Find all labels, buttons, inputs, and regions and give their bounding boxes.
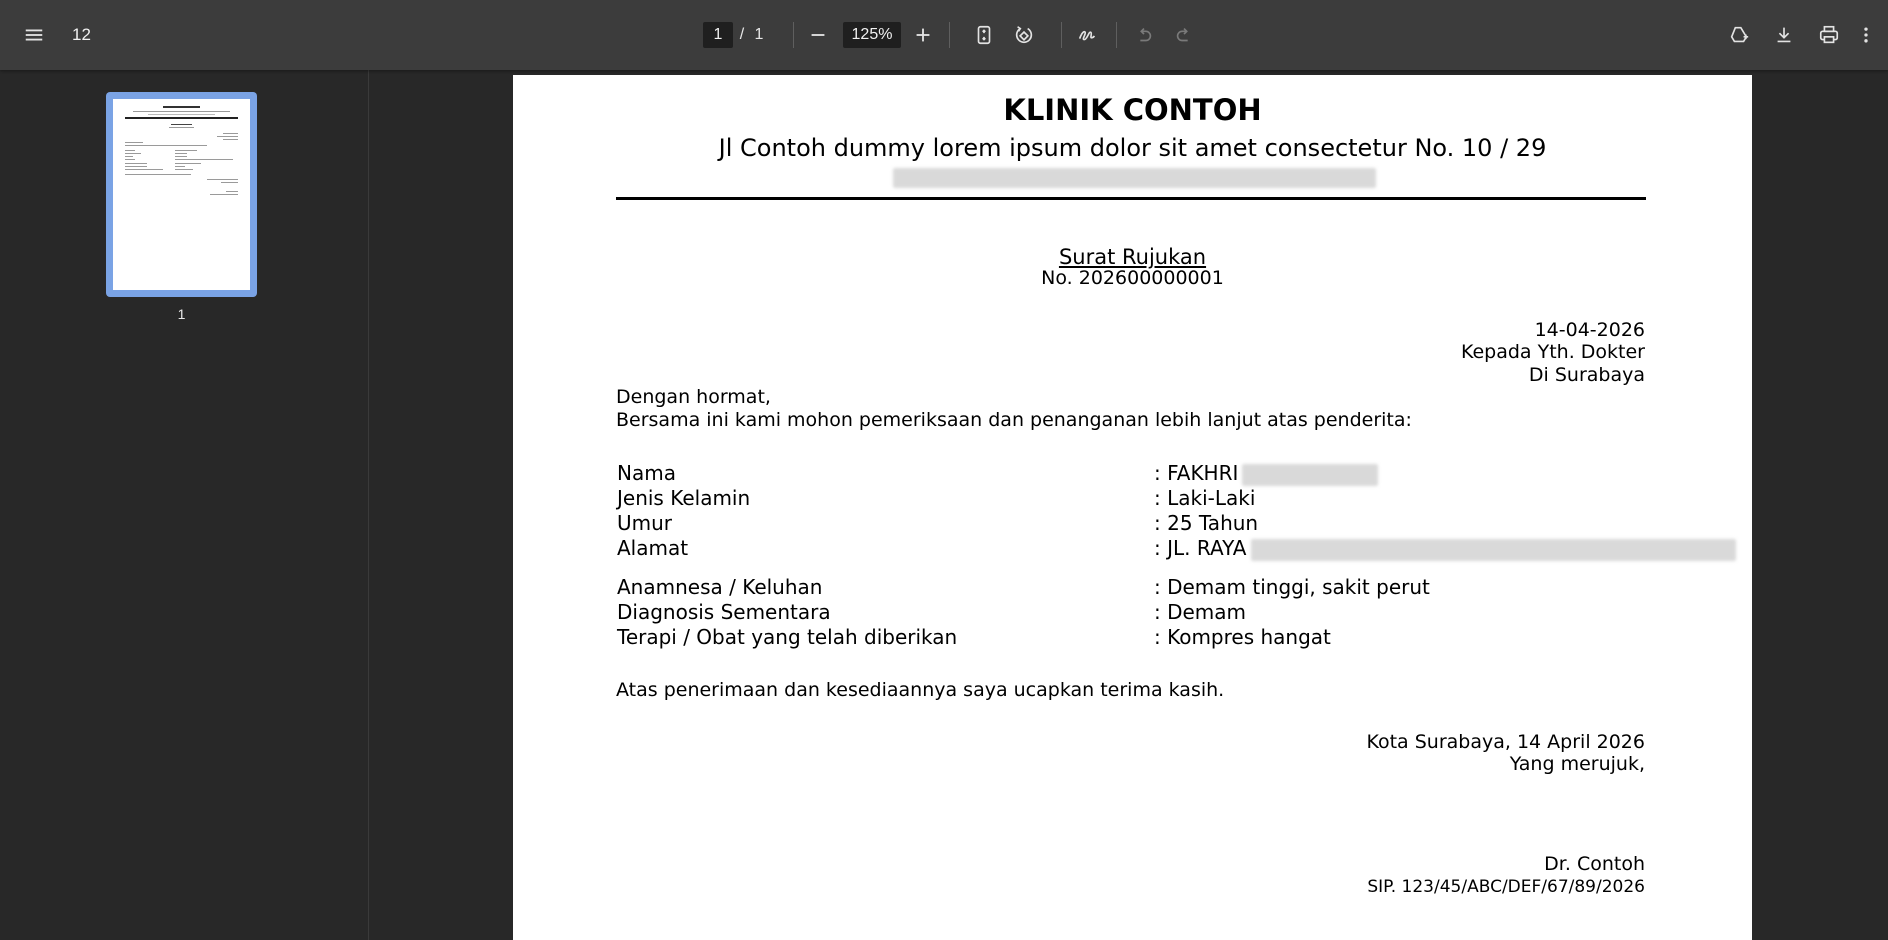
page-total: 1 [754, 26, 764, 43]
pdf-page: KLINIK CONTOH Jl Contoh dummy lorem ipsu… [513, 75, 1752, 940]
redo-icon[interactable] [1166, 17, 1202, 53]
field-value-jenis-kelamin: : Laki-Laki [1154, 486, 1256, 510]
field-value-anamnesa: : Demam tinggi, sakit perut [1154, 575, 1430, 599]
clinic-name: KLINIK CONTOH [1003, 93, 1262, 127]
field-label-terapi: Terapi / Obat yang telah diberikan [617, 625, 958, 649]
undo-icon[interactable] [1126, 17, 1162, 53]
toolbar-divider [949, 22, 950, 48]
recipient-line-2: Di Surabaya [1528, 364, 1645, 386]
letter-title: Surat Rujukan [1058, 245, 1207, 269]
document-viewer[interactable]: KLINIK CONTOH Jl Contoh dummy lorem ipsu… [370, 70, 1888, 940]
place-date: Kota Surabaya, 14 April 2026 [1366, 731, 1645, 753]
zoom-in-icon[interactable] [905, 17, 941, 53]
field-label-jenis-kelamin: Jenis Kelamin [617, 486, 751, 510]
doctor-sip: SIP. 123/45/ABC/DEF/67/89/2026 [1367, 877, 1645, 897]
field-value-diagnosis: : Demam [1154, 600, 1247, 624]
field-value-nama: : FAKHRI [1154, 461, 1378, 486]
page-thumbnail[interactable] [106, 92, 257, 297]
toolbar-divider [1061, 22, 1062, 48]
thumbnail-page-preview [113, 99, 250, 290]
fit-page-icon[interactable] [966, 17, 1002, 53]
redacted-surname [1241, 463, 1378, 486]
closing-text: Atas penerimaan dan kesediaannya saya uc… [616, 679, 1225, 701]
download-icon[interactable] [1766, 17, 1802, 53]
page-separator: / [739, 26, 745, 43]
field-value-terapi: : Kompres hangat [1154, 625, 1331, 649]
toolbar-divider [1116, 22, 1117, 48]
toolbar-divider [793, 22, 794, 48]
redacted-address [1250, 538, 1736, 561]
document-title: 12 [72, 25, 91, 44]
letter-date: 14-04-2026 [1534, 319, 1645, 341]
more-icon[interactable] [1856, 17, 1876, 53]
pdf-toolbar: 12 1 / 1 125% [0, 0, 1888, 70]
thumbnail-sidebar: 1 [0, 70, 369, 940]
field-label-alamat: Alamat [617, 536, 689, 560]
referrer-label: Yang merujuk, [1509, 753, 1645, 775]
header-divider [616, 197, 1646, 200]
thumbnail-page-label: 1 [177, 306, 186, 322]
redacted-contact-info [893, 167, 1376, 188]
field-label-anamnesa: Anamnesa / Keluhan [617, 575, 823, 599]
intro-text: Bersama ini kami mohon pemeriksaan dan p… [616, 409, 1412, 431]
zoom-level-input[interactable]: 125% [843, 22, 901, 48]
annotate-icon[interactable] [1069, 17, 1105, 53]
field-label-nama: Nama [617, 461, 676, 485]
zoom-out-icon[interactable] [800, 17, 836, 53]
field-label-diagnosis: Diagnosis Sementara [617, 600, 831, 624]
doctor-name: Dr. Contoh [1544, 853, 1645, 875]
field-value-umur: : 25 Tahun [1154, 511, 1259, 535]
field-label-umur: Umur [617, 511, 673, 535]
recipient-line-1: Kepada Yth. Dokter [1460, 341, 1645, 363]
greeting: Dengan hormat, [616, 386, 771, 408]
field-value-alamat: : JL. RAYA [1154, 536, 1736, 561]
letter-number: No. 202600000001 [1041, 267, 1224, 289]
rotate-icon[interactable] [1006, 17, 1042, 53]
page-number-input[interactable]: 1 [703, 22, 733, 48]
clinic-address: Jl Contoh dummy lorem ipsum dolor sit am… [718, 134, 1547, 162]
save-to-drive-icon[interactable] [1721, 17, 1757, 53]
menu-icon[interactable] [16, 17, 52, 53]
print-icon[interactable] [1811, 17, 1847, 53]
